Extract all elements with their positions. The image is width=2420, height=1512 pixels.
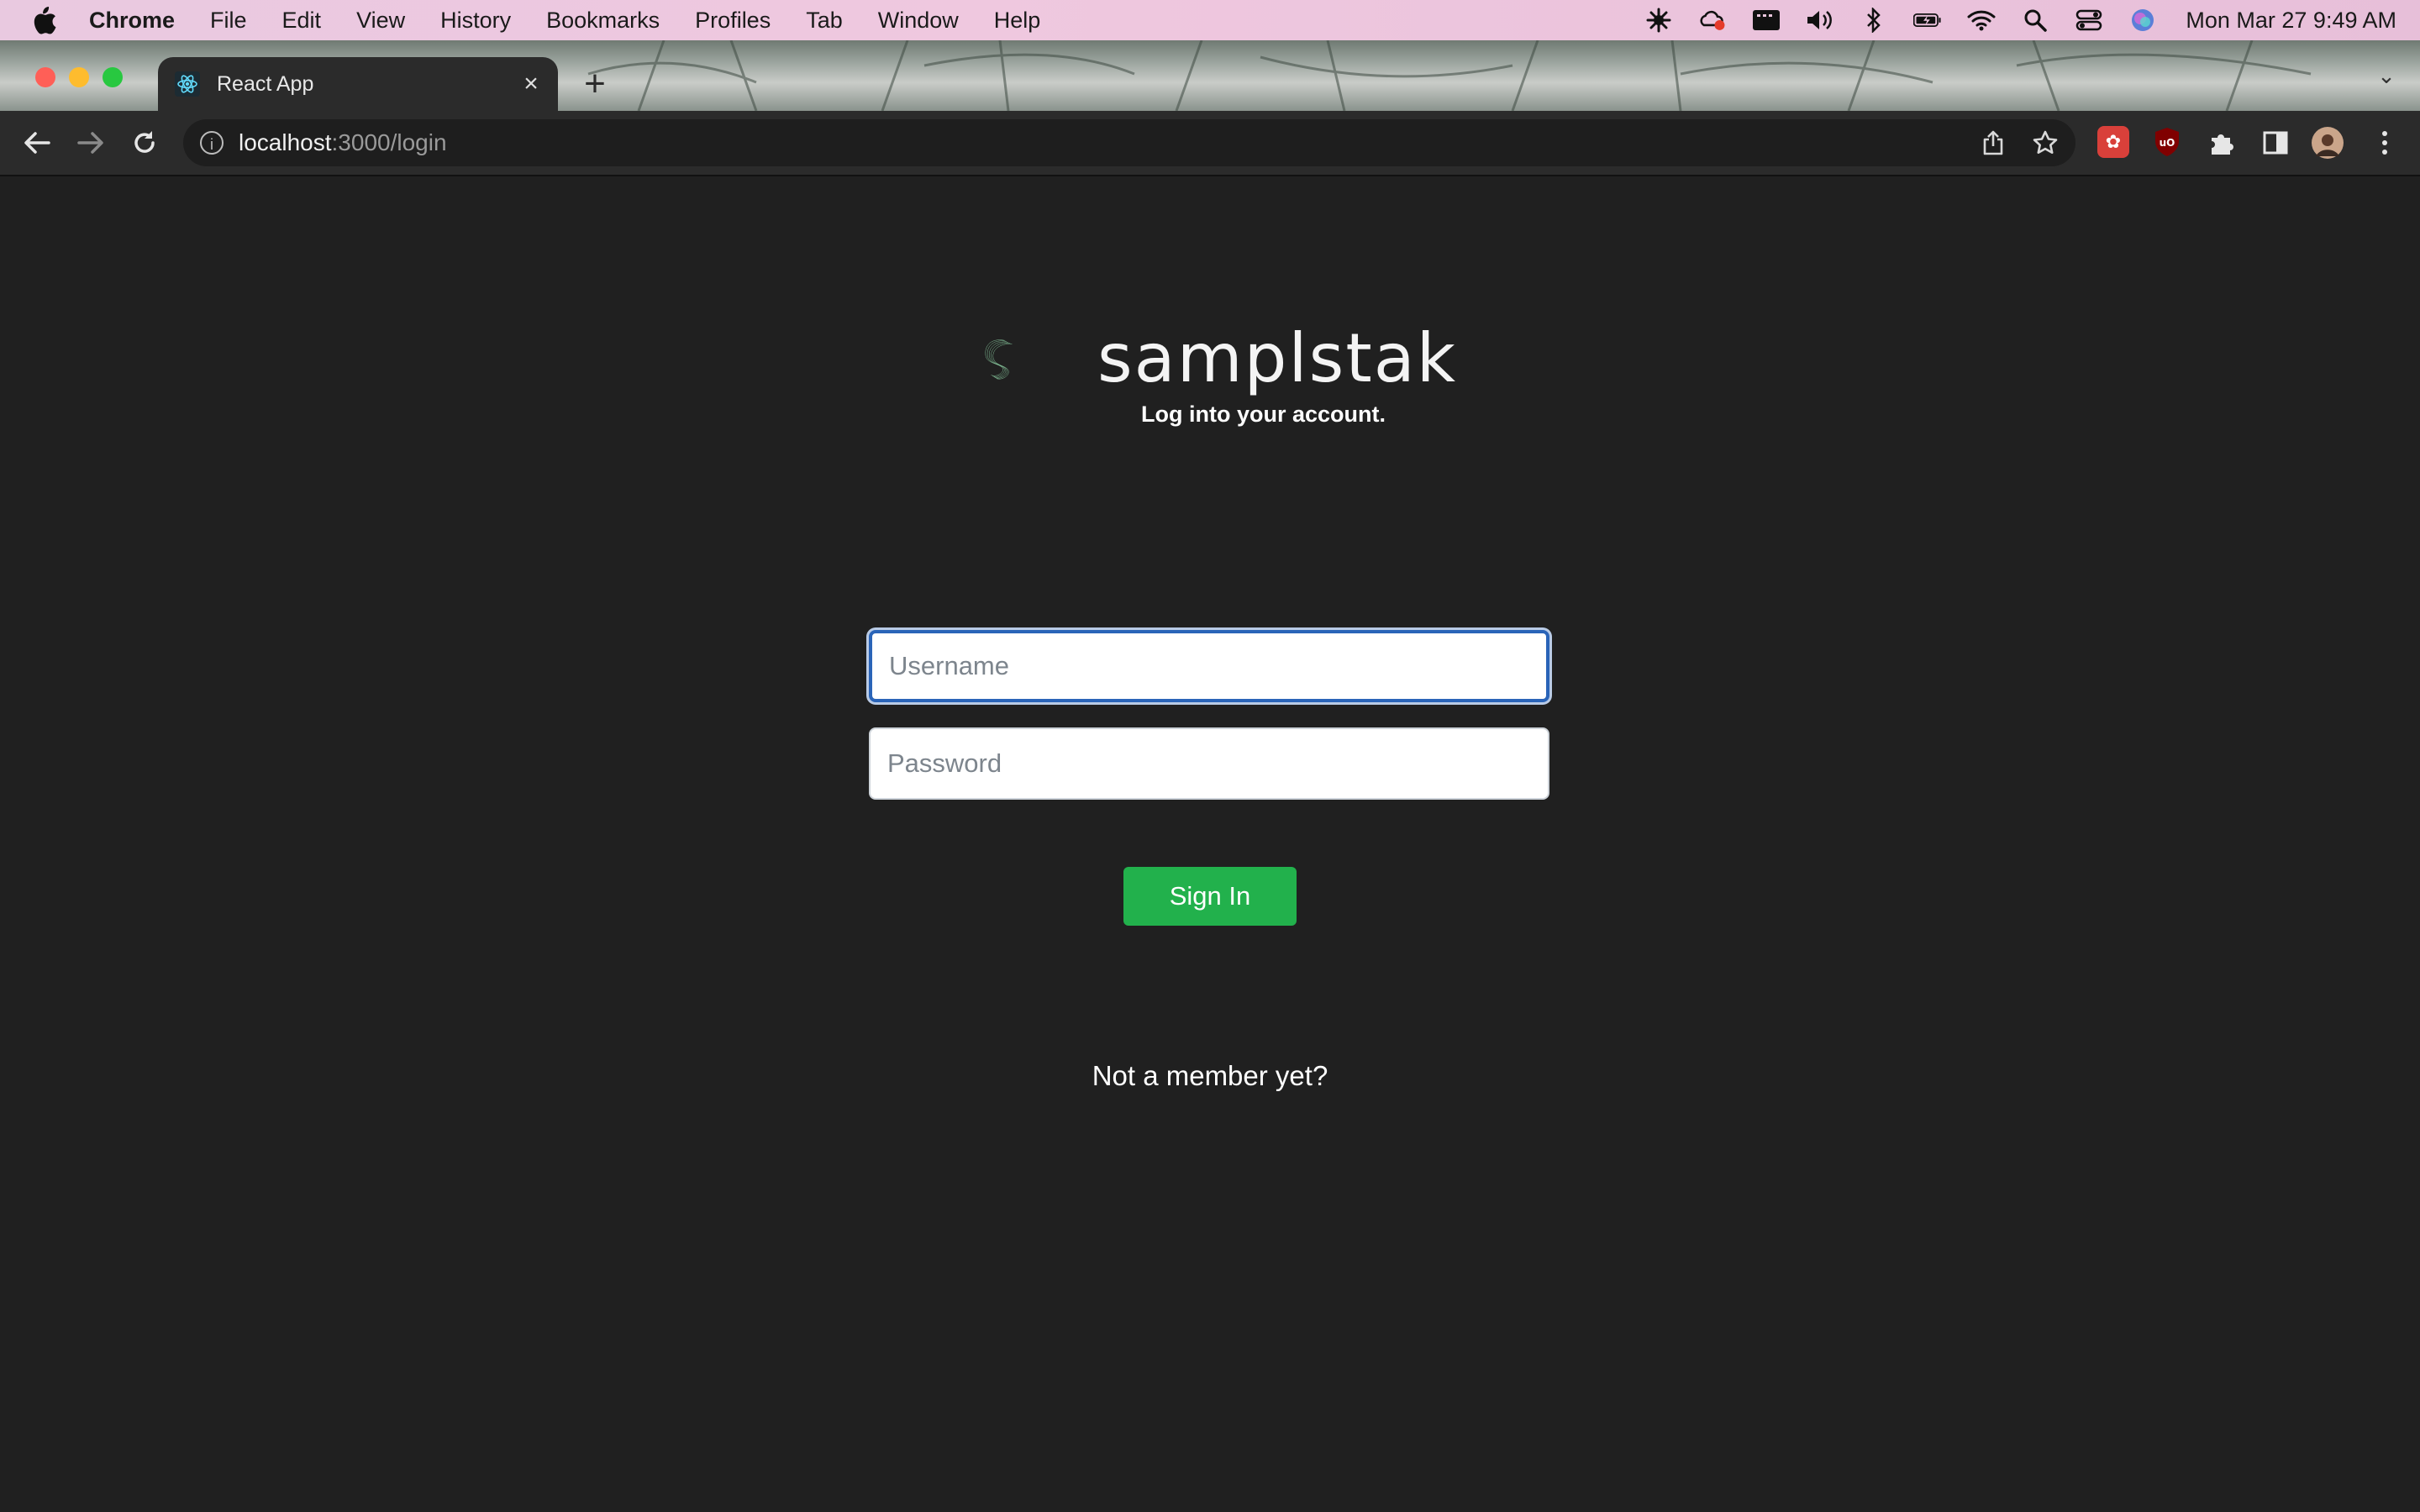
app-menus: Chrome File Edit View History Bookmarks … <box>89 0 1076 40</box>
menu-file[interactable]: File <box>210 8 247 34</box>
browser-toolbar: i localhost:3000/login ✿ uO <box>0 111 2420 176</box>
side-panel-icon[interactable] <box>2259 126 2292 160</box>
volume-icon[interactable] <box>1806 8 1834 33</box>
username-input[interactable] <box>869 630 1549 702</box>
menu-help[interactable]: Help <box>994 8 1041 34</box>
forward-arrow-icon[interactable] <box>74 126 108 160</box>
battery-icon[interactable] <box>1913 8 1942 33</box>
signup-link[interactable]: Not a member yet? <box>0 1060 2420 1092</box>
bluetooth-icon[interactable] <box>1860 8 1888 33</box>
spotlight-icon[interactable] <box>2021 8 2049 33</box>
profile-avatar-icon[interactable] <box>2311 126 2344 160</box>
sign-in-button[interactable]: Sign In <box>1123 867 1297 926</box>
bookmark-star-icon[interactable] <box>2028 126 2062 160</box>
url-host: localhost <box>239 129 332 155</box>
menu-history[interactable]: History <box>440 8 511 34</box>
menu-bookmarks[interactable]: Bookmarks <box>546 8 660 34</box>
menu-window[interactable]: Window <box>878 8 959 34</box>
browser-tabstrip: React App × + ⌄ <box>0 40 2420 111</box>
menu-edit[interactable]: Edit <box>282 8 322 34</box>
back-arrow-icon[interactable] <box>20 126 54 160</box>
menu-view[interactable]: View <box>356 8 405 34</box>
tab-title: React App <box>217 71 314 96</box>
share-icon[interactable] <box>1976 126 2010 160</box>
menu-tab[interactable]: Tab <box>806 8 843 34</box>
menu-app-name[interactable]: Chrome <box>89 8 175 34</box>
screen-recorder-icon[interactable] <box>1752 8 1781 33</box>
password-input[interactable] <box>869 727 1549 800</box>
tab-close-icon[interactable]: × <box>519 71 543 97</box>
extension-red-icon[interactable]: ✿ <box>2097 126 2129 158</box>
new-tab-icon[interactable]: + <box>580 66 610 102</box>
window-zoom-button[interactable] <box>103 67 123 87</box>
extensions-puzzle-icon[interactable] <box>2205 126 2238 160</box>
site-info-icon[interactable]: i <box>200 131 224 155</box>
chrome-menu-icon[interactable] <box>2368 126 2402 160</box>
menubar-clock[interactable]: Mon Mar 27 9:49 AM <box>2186 8 2396 34</box>
login-tagline: Log into your account. <box>1141 402 1386 427</box>
url-path: :3000/login <box>331 129 447 155</box>
siri-icon[interactable] <box>2128 8 2157 33</box>
status-area: Mon Mar 27 9:49 AM <box>1619 0 2396 40</box>
creative-cloud-icon[interactable] <box>1698 8 1727 33</box>
menu-profiles[interactable]: Profiles <box>695 8 771 34</box>
svg-text:uO: uO <box>2160 137 2175 149</box>
samplstak-logo-icon <box>985 339 1013 380</box>
control-center-icon[interactable] <box>2075 8 2103 33</box>
tab-search-chevron-icon[interactable]: ⌄ <box>2370 59 2403 92</box>
react-icon <box>175 71 200 97</box>
apple-logo-icon[interactable] <box>30 5 57 35</box>
address-bar[interactable]: i localhost:3000/login <box>183 119 2075 166</box>
tab-react-app[interactable]: React App × <box>158 57 558 111</box>
url-text[interactable]: localhost:3000/login <box>239 129 447 156</box>
macos-menubar: Chrome File Edit View History Bookmarks … <box>0 0 2420 40</box>
brand-name: samplstak <box>1097 319 1458 397</box>
window-close-button[interactable] <box>35 67 55 87</box>
ublock-icon[interactable]: uO <box>2151 126 2183 158</box>
window-minimize-button[interactable] <box>69 67 89 87</box>
wifi-icon[interactable] <box>1967 8 1996 33</box>
burst-icon[interactable] <box>1644 8 1673 33</box>
reload-icon[interactable] <box>128 126 161 160</box>
